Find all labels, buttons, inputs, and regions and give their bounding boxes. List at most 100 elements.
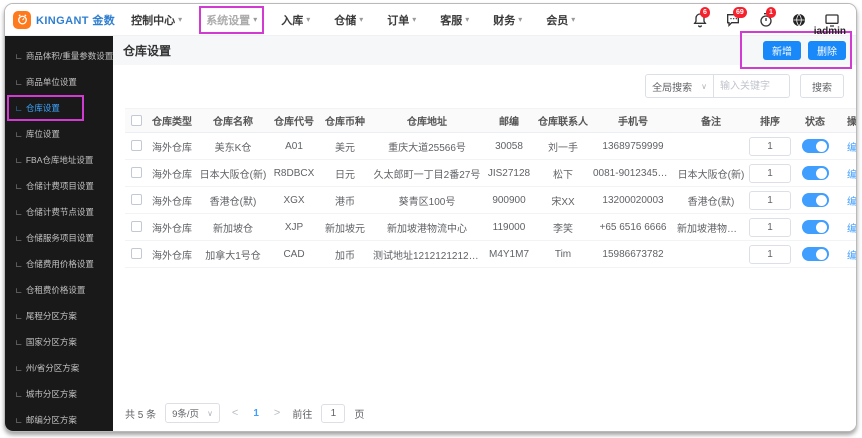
sidebar-item-2[interactable]: ∟仓库设置 [5, 95, 113, 121]
status-toggle[interactable] [802, 139, 829, 153]
nav-item-4[interactable]: 订单▾ [387, 12, 416, 28]
row-checkbox[interactable] [131, 221, 142, 232]
subitem-icon: ∟ [15, 234, 23, 243]
cell-contact: 松下 [535, 160, 591, 187]
sort-input[interactable] [749, 191, 791, 210]
current-page[interactable]: 1 [250, 408, 262, 419]
subitem-icon: ∟ [15, 416, 23, 425]
row-select-cell [125, 133, 147, 160]
edit-link[interactable]: 编辑 [847, 197, 856, 208]
cell-sort [747, 214, 793, 241]
page-header: 仓库设置 新增 删除 [113, 36, 856, 65]
nav-item-7[interactable]: 会员▾ [546, 12, 575, 28]
topbar-nav: 控制中心▾系统设置▾入库▾仓储▾订单▾客服▾财务▾会员▾ [131, 12, 575, 28]
sidebar-item-13[interactable]: ∟城市分区方案 [5, 381, 113, 407]
sidebar-item-label: 仓储计费节点设置 [26, 206, 94, 218]
timer-icon[interactable]: 1 [758, 12, 774, 28]
cell-contact: 宋XX [535, 187, 591, 214]
nav-item-0[interactable]: 控制中心▾ [131, 12, 182, 28]
nav-item-label: 入库 [281, 12, 303, 28]
globe-icon[interactable] [791, 12, 807, 28]
sidebar-item-7[interactable]: ∟仓储服务项目设置 [5, 225, 113, 251]
edit-link[interactable]: 编辑 [847, 170, 856, 181]
column-header: 仓库代号 [269, 109, 319, 133]
column-header: 仓库币种 [319, 109, 371, 133]
cell-sort [747, 133, 793, 160]
sidebar-item-label: 仓储服务项目设置 [26, 232, 94, 244]
nav-item-5[interactable]: 客服▾ [440, 12, 469, 28]
next-page-button[interactable]: > [271, 407, 283, 419]
brand-name: KINGANT 金数 [36, 12, 115, 28]
status-toggle[interactable] [802, 193, 829, 207]
delete-button[interactable]: 删除 [808, 41, 846, 60]
column-header: 手机号 [591, 109, 675, 133]
search-row: 全局搜索 ∨ 搜索 [125, 74, 844, 98]
nav-item-6[interactable]: 财务▾ [493, 12, 522, 28]
status-toggle[interactable] [802, 220, 829, 234]
nav-item-3[interactable]: 仓储▾ [334, 12, 363, 28]
sidebar-item-3[interactable]: ∟库位设置 [5, 121, 113, 147]
sidebar-item-label: 城市分区方案 [26, 388, 77, 400]
edit-link[interactable]: 编辑 [847, 143, 856, 154]
table-row: 海外仓库香港仓(默)XGX港币葵青区100号900900宋XX132000200… [125, 187, 856, 214]
sidebar-item-6[interactable]: ∟仓储计费节点设置 [5, 199, 113, 225]
cell-type: 海外仓库 [147, 241, 197, 268]
sidebar-item-8[interactable]: ∟仓储费用价格设置 [5, 251, 113, 277]
row-checkbox[interactable] [131, 140, 142, 151]
per-page-select[interactable]: 9条/页 ∨ [165, 403, 220, 423]
column-header: 排序 [747, 109, 793, 133]
cell-address: 葵青区100号 [371, 187, 483, 214]
chat-icon[interactable]: 69 [725, 12, 741, 28]
table-row: 海外仓库新加坡仓XJP新加坡元新加坡港物流中心119000李笑+65 6516 … [125, 214, 856, 241]
add-button[interactable]: 新增 [763, 41, 801, 60]
brand-logo[interactable]: KINGANT 金数 [13, 11, 115, 29]
cell-action: 编辑 [837, 187, 856, 214]
chevron-down-icon: ▾ [178, 15, 182, 24]
status-toggle[interactable] [802, 166, 829, 180]
nav-item-1[interactable]: 系统设置▾ [206, 12, 257, 28]
status-toggle[interactable] [802, 247, 829, 261]
subitem-icon: ∟ [15, 312, 23, 321]
row-checkbox[interactable] [131, 167, 142, 178]
select-all-checkbox[interactable] [131, 115, 142, 126]
subitem-icon: ∟ [15, 260, 23, 269]
sidebar-item-14[interactable]: ∟邮编分区方案 [5, 407, 113, 432]
cell-action: 编辑 [837, 160, 856, 187]
cell-name: 香港仓(默) [197, 187, 269, 214]
row-checkbox[interactable] [131, 248, 142, 259]
row-select-cell [125, 187, 147, 214]
sort-input[interactable] [749, 137, 791, 156]
sidebar-item-12[interactable]: ∟州/省分区方案 [5, 355, 113, 381]
search-input[interactable] [714, 74, 790, 98]
notification-badge: 1 [766, 7, 776, 18]
bell-icon[interactable]: 6 [692, 12, 708, 28]
sort-input[interactable] [749, 218, 791, 237]
sort-input[interactable] [749, 164, 791, 183]
sidebar-item-9[interactable]: ∟仓租费价格设置 [5, 277, 113, 303]
search-button[interactable]: 搜索 [800, 74, 844, 98]
column-header: 邮编 [483, 109, 535, 133]
prev-page-button[interactable]: < [229, 407, 241, 419]
nav-item-2[interactable]: 入库▾ [281, 12, 310, 28]
sidebar-item-11[interactable]: ∟国家分区方案 [5, 329, 113, 355]
cell-contact: 李笑 [535, 214, 591, 241]
column-header: 仓库地址 [371, 109, 483, 133]
sort-input[interactable] [749, 245, 791, 264]
edit-link[interactable]: 编辑 [847, 251, 856, 262]
username[interactable]: iadmin [814, 26, 846, 37]
row-checkbox[interactable] [131, 194, 142, 205]
sidebar-item-1[interactable]: ∟商品单位设置 [5, 69, 113, 95]
edit-link[interactable]: 编辑 [847, 224, 856, 235]
cell-zip: 900900 [483, 187, 535, 214]
cell-code: XJP [269, 214, 319, 241]
cell-phone: 15986673782 [591, 241, 675, 268]
sidebar-item-5[interactable]: ∟仓储计费项目设置 [5, 173, 113, 199]
content-card: 全局搜索 ∨ 搜索 仓库类型仓库名称仓库代号仓库币种仓库地址邮编仓库联系人手机号… [113, 65, 856, 431]
sidebar-item-10[interactable]: ∟尾程分区方案 [5, 303, 113, 329]
chevron-down-icon: ∨ [207, 409, 213, 418]
search-scope-select[interactable]: 全局搜索 ∨ [645, 74, 714, 98]
cell-sort [747, 160, 793, 187]
sidebar-item-0[interactable]: ∟商品体积/重量参数设置 [5, 43, 113, 69]
goto-page-input[interactable] [321, 404, 345, 423]
sidebar-item-4[interactable]: ∟FBA仓库地址设置 [5, 147, 113, 173]
